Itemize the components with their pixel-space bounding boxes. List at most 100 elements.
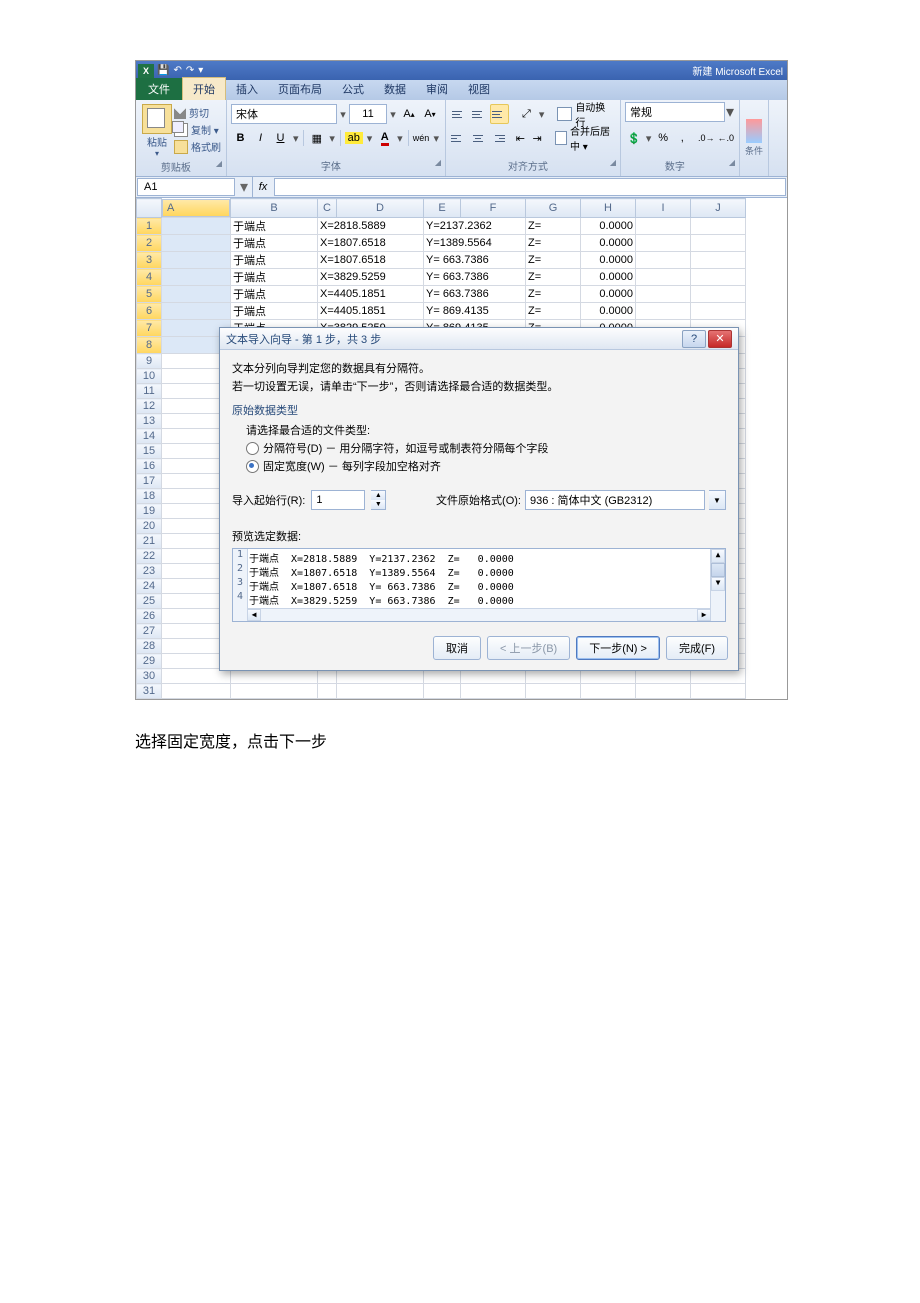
number-format-combo[interactable]: 常规 xyxy=(625,102,725,122)
phonetic-button[interactable]: wén xyxy=(412,128,431,148)
cell[interactable]: 0.0000 xyxy=(581,235,636,252)
shrink-font-button[interactable]: A▾ xyxy=(420,104,440,124)
formula-input[interactable] xyxy=(274,178,786,196)
cell[interactable] xyxy=(636,235,691,252)
cell[interactable] xyxy=(691,303,746,320)
align-left-button[interactable] xyxy=(450,128,468,148)
row-header[interactable]: 30 xyxy=(137,669,162,684)
cell[interactable] xyxy=(162,269,231,286)
cell[interactable]: Y= 663.7386 xyxy=(424,286,526,303)
align-top-button[interactable] xyxy=(450,104,469,124)
cell[interactable]: Z= xyxy=(526,286,581,303)
row-header[interactable]: 8 xyxy=(137,337,162,354)
cell[interactable]: 0.0000 xyxy=(581,303,636,320)
cell[interactable] xyxy=(636,252,691,269)
copy-button[interactable]: 复制 ▾ xyxy=(174,122,221,137)
tab-view[interactable]: 视图 xyxy=(458,78,500,100)
row-header[interactable]: 21 xyxy=(137,534,162,549)
preview-hscrollbar[interactable]: ◀▶ xyxy=(247,608,711,621)
number-dialog-launcher-icon[interactable]: ◢ xyxy=(729,158,735,167)
cell[interactable]: Z= xyxy=(526,269,581,286)
row-header[interactable]: 5 xyxy=(137,286,162,303)
cell[interactable]: X=2818.5889 xyxy=(318,218,424,235)
start-row-input[interactable]: 1 xyxy=(311,490,365,510)
name-box[interactable]: A1 xyxy=(137,178,235,196)
cell[interactable] xyxy=(162,303,231,320)
grow-font-button[interactable]: A▴ xyxy=(399,104,419,124)
row-header[interactable]: 23 xyxy=(137,564,162,579)
cell[interactable]: X=4405.1851 xyxy=(318,303,424,320)
cell[interactable] xyxy=(424,684,461,699)
cell[interactable]: Y=2137.2362 xyxy=(424,218,526,235)
file-origin-combo[interactable]: 936 : 简体中文 (GB2312) xyxy=(525,490,705,510)
cell[interactable] xyxy=(691,269,746,286)
font-size-combo[interactable]: 11 xyxy=(349,104,387,124)
col-header-F[interactable]: F xyxy=(461,199,526,218)
cell[interactable] xyxy=(691,286,746,303)
cancel-button[interactable]: 取消 xyxy=(433,636,481,660)
cell[interactable] xyxy=(691,684,746,699)
worksheet[interactable]: ABCDEFGHIJ1于端点X=2818.5889Y=2137.2362Z=0.… xyxy=(136,198,787,699)
format-painter-button[interactable]: 格式刷 xyxy=(174,139,221,154)
cell[interactable] xyxy=(636,684,691,699)
row-header[interactable]: 10 xyxy=(137,369,162,384)
row-header[interactable]: 13 xyxy=(137,414,162,429)
cell[interactable]: Z= xyxy=(526,303,581,320)
row-header[interactable]: 17 xyxy=(137,474,162,489)
help-button[interactable]: ? xyxy=(682,330,706,348)
bold-button[interactable]: B xyxy=(231,128,250,148)
fx-icon[interactable]: fx xyxy=(253,181,273,193)
back-button[interactable]: < 上一步(B) xyxy=(487,636,570,660)
cell[interactable] xyxy=(636,269,691,286)
paste-button[interactable]: 粘贴 ▾ xyxy=(140,102,174,158)
cell[interactable]: 0.0000 xyxy=(581,252,636,269)
row-header[interactable]: 1 xyxy=(137,218,162,235)
cell[interactable]: 于端点 xyxy=(231,235,318,252)
cell[interactable]: X=3829.5259 xyxy=(318,269,424,286)
next-button[interactable]: 下一步(N) > xyxy=(576,636,660,660)
col-header-H[interactable]: H xyxy=(581,199,636,218)
row-header[interactable]: 28 xyxy=(137,639,162,654)
start-row-spinner[interactable]: ▲▼ xyxy=(371,490,386,510)
align-dialog-launcher-icon[interactable]: ◢ xyxy=(610,158,616,167)
conditional-formatting-icon[interactable] xyxy=(746,119,762,143)
col-header-A[interactable]: A xyxy=(162,199,230,217)
row-header[interactable]: 2 xyxy=(137,235,162,252)
dropdown-icon[interactable]: ▼ xyxy=(709,490,726,510)
merge-center-button[interactable]: 合并后居中 ▾ xyxy=(552,129,616,147)
row-header[interactable]: 24 xyxy=(137,579,162,594)
comma-button[interactable]: , xyxy=(673,128,691,148)
tab-review[interactable]: 审阅 xyxy=(416,78,458,100)
finish-button[interactable]: 完成(F) xyxy=(666,636,728,660)
row-header[interactable]: 6 xyxy=(137,303,162,320)
italic-button[interactable]: I xyxy=(251,128,270,148)
col-header-C[interactable]: C xyxy=(318,199,337,218)
cell[interactable]: Z= xyxy=(526,235,581,252)
decrease-indent-button[interactable]: ⇤ xyxy=(513,128,529,148)
col-header-I[interactable]: I xyxy=(636,199,691,218)
percent-button[interactable]: % xyxy=(654,128,672,148)
row-header[interactable]: 15 xyxy=(137,444,162,459)
tab-formulas[interactable]: 公式 xyxy=(332,78,374,100)
row-header[interactable]: 22 xyxy=(137,549,162,564)
row-header[interactable]: 25 xyxy=(137,594,162,609)
cell[interactable]: 于端点 xyxy=(231,286,318,303)
cell[interactable]: Y= 869.4135 xyxy=(424,303,526,320)
fill-color-button[interactable]: ab xyxy=(344,128,364,148)
tab-data[interactable]: 数据 xyxy=(374,78,416,100)
cell[interactable]: 0.0000 xyxy=(581,218,636,235)
row-header[interactable]: 18 xyxy=(137,489,162,504)
tab-insert[interactable]: 插入 xyxy=(226,78,268,100)
cell[interactable] xyxy=(231,684,318,699)
cell[interactable] xyxy=(318,684,337,699)
font-dialog-launcher-icon[interactable]: ◢ xyxy=(435,158,441,167)
cell[interactable] xyxy=(636,218,691,235)
row-header[interactable]: 19 xyxy=(137,504,162,519)
cell[interactable] xyxy=(162,252,231,269)
row-header[interactable]: 9 xyxy=(137,354,162,369)
orientation-button[interactable]: ⤢ xyxy=(517,104,536,124)
cell[interactable] xyxy=(691,235,746,252)
row-header[interactable]: 14 xyxy=(137,429,162,444)
cell[interactable] xyxy=(162,684,231,699)
cell[interactable] xyxy=(581,684,636,699)
